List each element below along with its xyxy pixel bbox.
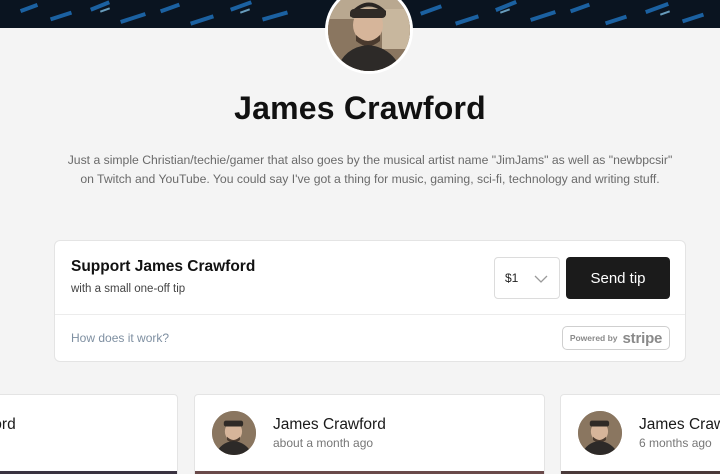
how-it-works-link[interactable]: How does it work? <box>71 331 169 345</box>
send-tip-button[interactable]: Send tip <box>566 257 670 299</box>
profile-avatar <box>325 0 413 74</box>
card-divider <box>55 314 685 315</box>
post-author: ford <box>0 416 16 433</box>
post-author: James Crawford <box>273 416 386 433</box>
post-time: about a month ago <box>273 436 374 450</box>
post-avatar <box>212 411 256 455</box>
stripe-logo: stripe <box>622 329 663 347</box>
tip-title: Support James Crawford <box>71 258 256 275</box>
powered-by-label: Powered by <box>569 333 618 343</box>
chevron-down-icon <box>534 275 548 283</box>
post-time: 6 months ago <box>639 436 712 450</box>
post-avatar <box>578 411 622 455</box>
tip-subtitle: with a small one-off tip <box>71 283 186 295</box>
powered-by-stripe-badge[interactable]: Powered by stripe <box>562 326 670 350</box>
profile-name: James Crawford <box>234 90 486 126</box>
tip-amount-value: $1 <box>505 271 519 285</box>
post-card[interactable]: James Crawford about a month ago <box>194 394 545 474</box>
tip-amount-select[interactable]: $1 <box>494 257 560 299</box>
post-card[interactable]: James Craw 6 months ago <box>560 394 720 474</box>
post-author: James Craw <box>639 416 720 433</box>
tip-card: Support James Crawford with a small one-… <box>54 240 686 362</box>
avatar-image <box>328 0 410 71</box>
profile-bio: Just a simple Christian/techie/gamer tha… <box>67 153 673 186</box>
post-card[interactable]: ford <box>0 394 178 474</box>
